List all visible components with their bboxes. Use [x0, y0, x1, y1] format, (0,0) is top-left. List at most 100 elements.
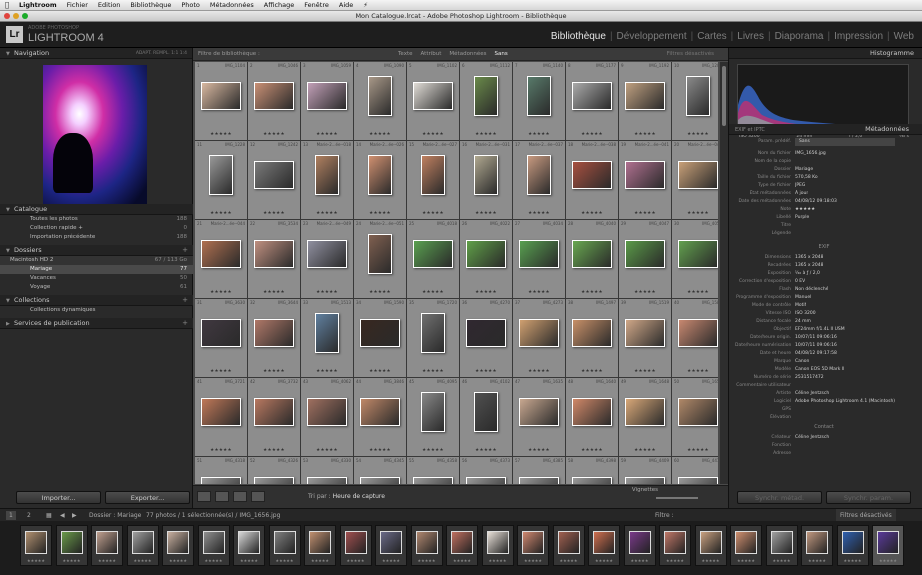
filmstrip-thumb[interactable]: ★★★★★	[197, 525, 230, 566]
star-rating[interactable]: ★★★★★	[672, 369, 718, 374]
star-rating[interactable]: ★★★★★	[619, 448, 671, 453]
star-rating[interactable]: ★★★★★	[301, 290, 353, 295]
minimize-icon[interactable]	[13, 13, 19, 19]
grid-cell[interactable]: 52 IMG_4326	[248, 457, 300, 484]
add-icon[interactable]: +	[182, 318, 188, 329]
compare-view-button[interactable]	[233, 491, 247, 502]
filter-metadata[interactable]: Métadonnées	[449, 48, 486, 61]
grid-cell[interactable]: 3 IMG_1059 ★★★★★	[301, 62, 353, 140]
star-rating[interactable]: ★★★★★	[566, 369, 618, 374]
folders-header[interactable]: ▼ Dossiers +	[0, 245, 193, 256]
grid-cell[interactable]: 35 IMG_1720 ★★★★★	[407, 299, 459, 377]
photo-thumbnail[interactable]	[421, 392, 445, 432]
metadata-row[interactable]: Date/heure origin. 10/07/11 09:06:16	[735, 334, 913, 342]
grid-cell[interactable]: 29 IMG_4047 ★★★★★	[619, 220, 671, 298]
photo-thumbnail[interactable]	[572, 161, 612, 189]
filmstrip-thumb[interactable]: ★★★★★	[694, 525, 727, 566]
photo-thumbnail[interactable]	[315, 155, 339, 195]
grid-cell[interactable]: 47 IMG_1635 ★★★★★	[513, 378, 565, 456]
star-rating[interactable]: ★★★★★	[248, 448, 300, 453]
star-rating[interactable]: ★★★★★	[513, 448, 565, 453]
grid-cell[interactable]: 11 IMG_1228 ★★★★★	[195, 141, 247, 219]
star-rating[interactable]: ★★★★★	[248, 290, 300, 295]
star-rating[interactable]: ★★★★★	[407, 211, 459, 216]
add-icon[interactable]: +	[182, 245, 188, 256]
photo-thumbnail[interactable]	[421, 155, 445, 195]
star-rating[interactable]: ★★★★★	[460, 211, 512, 216]
photo-thumbnail[interactable]	[572, 82, 612, 110]
navigator-zoom-options[interactable]: ADAPT. REMPL. 1:1 1:4	[136, 48, 187, 59]
grid-cell[interactable]: 30 IMG_4055 ★★★★★	[672, 220, 718, 298]
photo-thumbnail[interactable]	[625, 319, 665, 347]
metadata-row[interactable]: Modèle Canon EOS 5D Mark II	[735, 366, 913, 374]
photo-thumbnail[interactable]	[368, 234, 392, 274]
star-rating[interactable]: ★★★★★	[354, 132, 406, 137]
grid-cell[interactable]: 46 IMG_4102 ★★★★★	[460, 378, 512, 456]
star-rating[interactable]: ★★★★★	[513, 369, 565, 374]
star-rating[interactable]: ★★★★★	[301, 369, 353, 374]
photo-thumbnail[interactable]	[625, 398, 665, 426]
photo-thumbnail[interactable]	[625, 240, 665, 268]
histogram-header[interactable]: Histogramme	[729, 48, 922, 59]
metadata-row[interactable]: Exposition ¹⁄₄₀ à ƒ / 2,0	[735, 270, 913, 278]
photo-thumbnail[interactable]	[254, 240, 294, 268]
metadata-row[interactable]: Nom de la copie	[735, 158, 913, 166]
star-rating[interactable]: ★★★★★	[407, 290, 459, 295]
grid-cell[interactable]: 31 IMG_3630 ★★★★★	[195, 299, 247, 377]
metadata-row[interactable]: Objectif EF24mm f/1.4L II USM	[735, 326, 913, 334]
photo-thumbnail[interactable]	[368, 155, 392, 195]
sort-control[interactable]: Tri par : Heure de capture	[308, 493, 385, 500]
grid-cell[interactable]: 17 Marie-2...ée--037 ★★★★★	[513, 141, 565, 219]
photo-thumbnail[interactable]	[360, 398, 400, 426]
metadata-row[interactable]: Taille du fichier 570,58 Ko	[735, 174, 913, 182]
star-rating[interactable]: ★★★★★	[407, 369, 459, 374]
metadata-row[interactable]: Fonction	[735, 442, 913, 450]
photo-thumbnail[interactable]	[307, 398, 347, 426]
survey-view-button[interactable]	[251, 491, 265, 502]
filmstrip-thumb[interactable]: ★★★★★	[730, 525, 762, 566]
star-rating[interactable]: ★★★★★	[566, 132, 618, 137]
metadata-row[interactable]: Dimensions 1365 x 2048	[735, 254, 913, 262]
filmstrip-thumb[interactable]: ★★★★★	[517, 525, 549, 566]
grid-cell[interactable]: 26 IMG_4022 ★★★★★	[460, 220, 512, 298]
metadata-section-title[interactable]: EXIF	[735, 244, 913, 252]
metadata-row[interactable]: Dossier Mariage	[735, 166, 913, 174]
star-rating[interactable]: ★★★★★	[619, 369, 671, 374]
star-rating[interactable]: ★★★★★	[354, 369, 406, 374]
folder-item-vacances[interactable]: Vacances 50	[0, 274, 193, 283]
star-rating[interactable]: ★★★★★	[195, 369, 247, 374]
grid-cell[interactable]: 54 IMG_4345	[354, 457, 406, 484]
filmstrip-thumb[interactable]: ★★★★★	[765, 525, 798, 566]
photo-thumbnail[interactable]	[474, 155, 498, 195]
star-rating[interactable]: ★★★★★	[619, 132, 671, 137]
grid-cell[interactable]: 19 Marie-2...ée--041 ★★★★★	[619, 141, 671, 219]
sync-metadata-button[interactable]: Synchr. métad.	[737, 491, 822, 504]
photo-thumbnail[interactable]	[413, 240, 453, 268]
photo-thumbnail[interactable]	[678, 240, 718, 268]
menu-fichier[interactable]: Fichier	[62, 1, 93, 9]
photo-thumbnail[interactable]	[625, 477, 665, 484]
metadata-row[interactable]: Logiciel Adobe Photoshop Lightroom 4.1 (M…	[735, 398, 913, 406]
star-rating[interactable]: ★★★★★	[566, 290, 618, 295]
grid-cell[interactable]: 59 IMG_4409	[619, 457, 671, 484]
photo-thumbnail[interactable]	[315, 313, 339, 353]
grid-cell[interactable]: 43 IMG_4062 ★★★★★	[301, 378, 353, 456]
page-button-1[interactable]: 1	[6, 511, 16, 520]
grid-cell[interactable]: 33 IMG_1513 ★★★★★	[301, 299, 353, 377]
photo-thumbnail[interactable]	[413, 477, 453, 484]
grid-cell[interactable]: 37 IMG_4273 ★★★★★	[513, 299, 565, 377]
metadata-row[interactable]: Flash Non déclenché	[735, 286, 913, 294]
metadata-row[interactable]: État métadonnées À jour	[735, 190, 913, 198]
import-button[interactable]: Importer...	[16, 491, 101, 504]
metadata-row[interactable]: Titre	[735, 222, 913, 230]
metadata-row[interactable]: GPS	[735, 406, 913, 414]
photo-thumbnail[interactable]	[466, 240, 506, 268]
filmstrip-thumb[interactable]: ★★★★★	[481, 525, 514, 566]
filter-none[interactable]: Sans	[495, 48, 508, 61]
star-rating[interactable]: ★★★★★	[460, 369, 512, 374]
metadata-row[interactable]: Nom du fichier IMG_1656.jpg	[735, 150, 913, 158]
grid-cell[interactable]: 32 IMG_3644 ★★★★★	[248, 299, 300, 377]
grid-cell[interactable]: 10 IMG_1206 ★★★★★	[672, 62, 718, 140]
star-rating[interactable]: ★★★★★	[195, 448, 247, 453]
filmstrip-thumb[interactable]: ★★★★★	[446, 525, 478, 566]
